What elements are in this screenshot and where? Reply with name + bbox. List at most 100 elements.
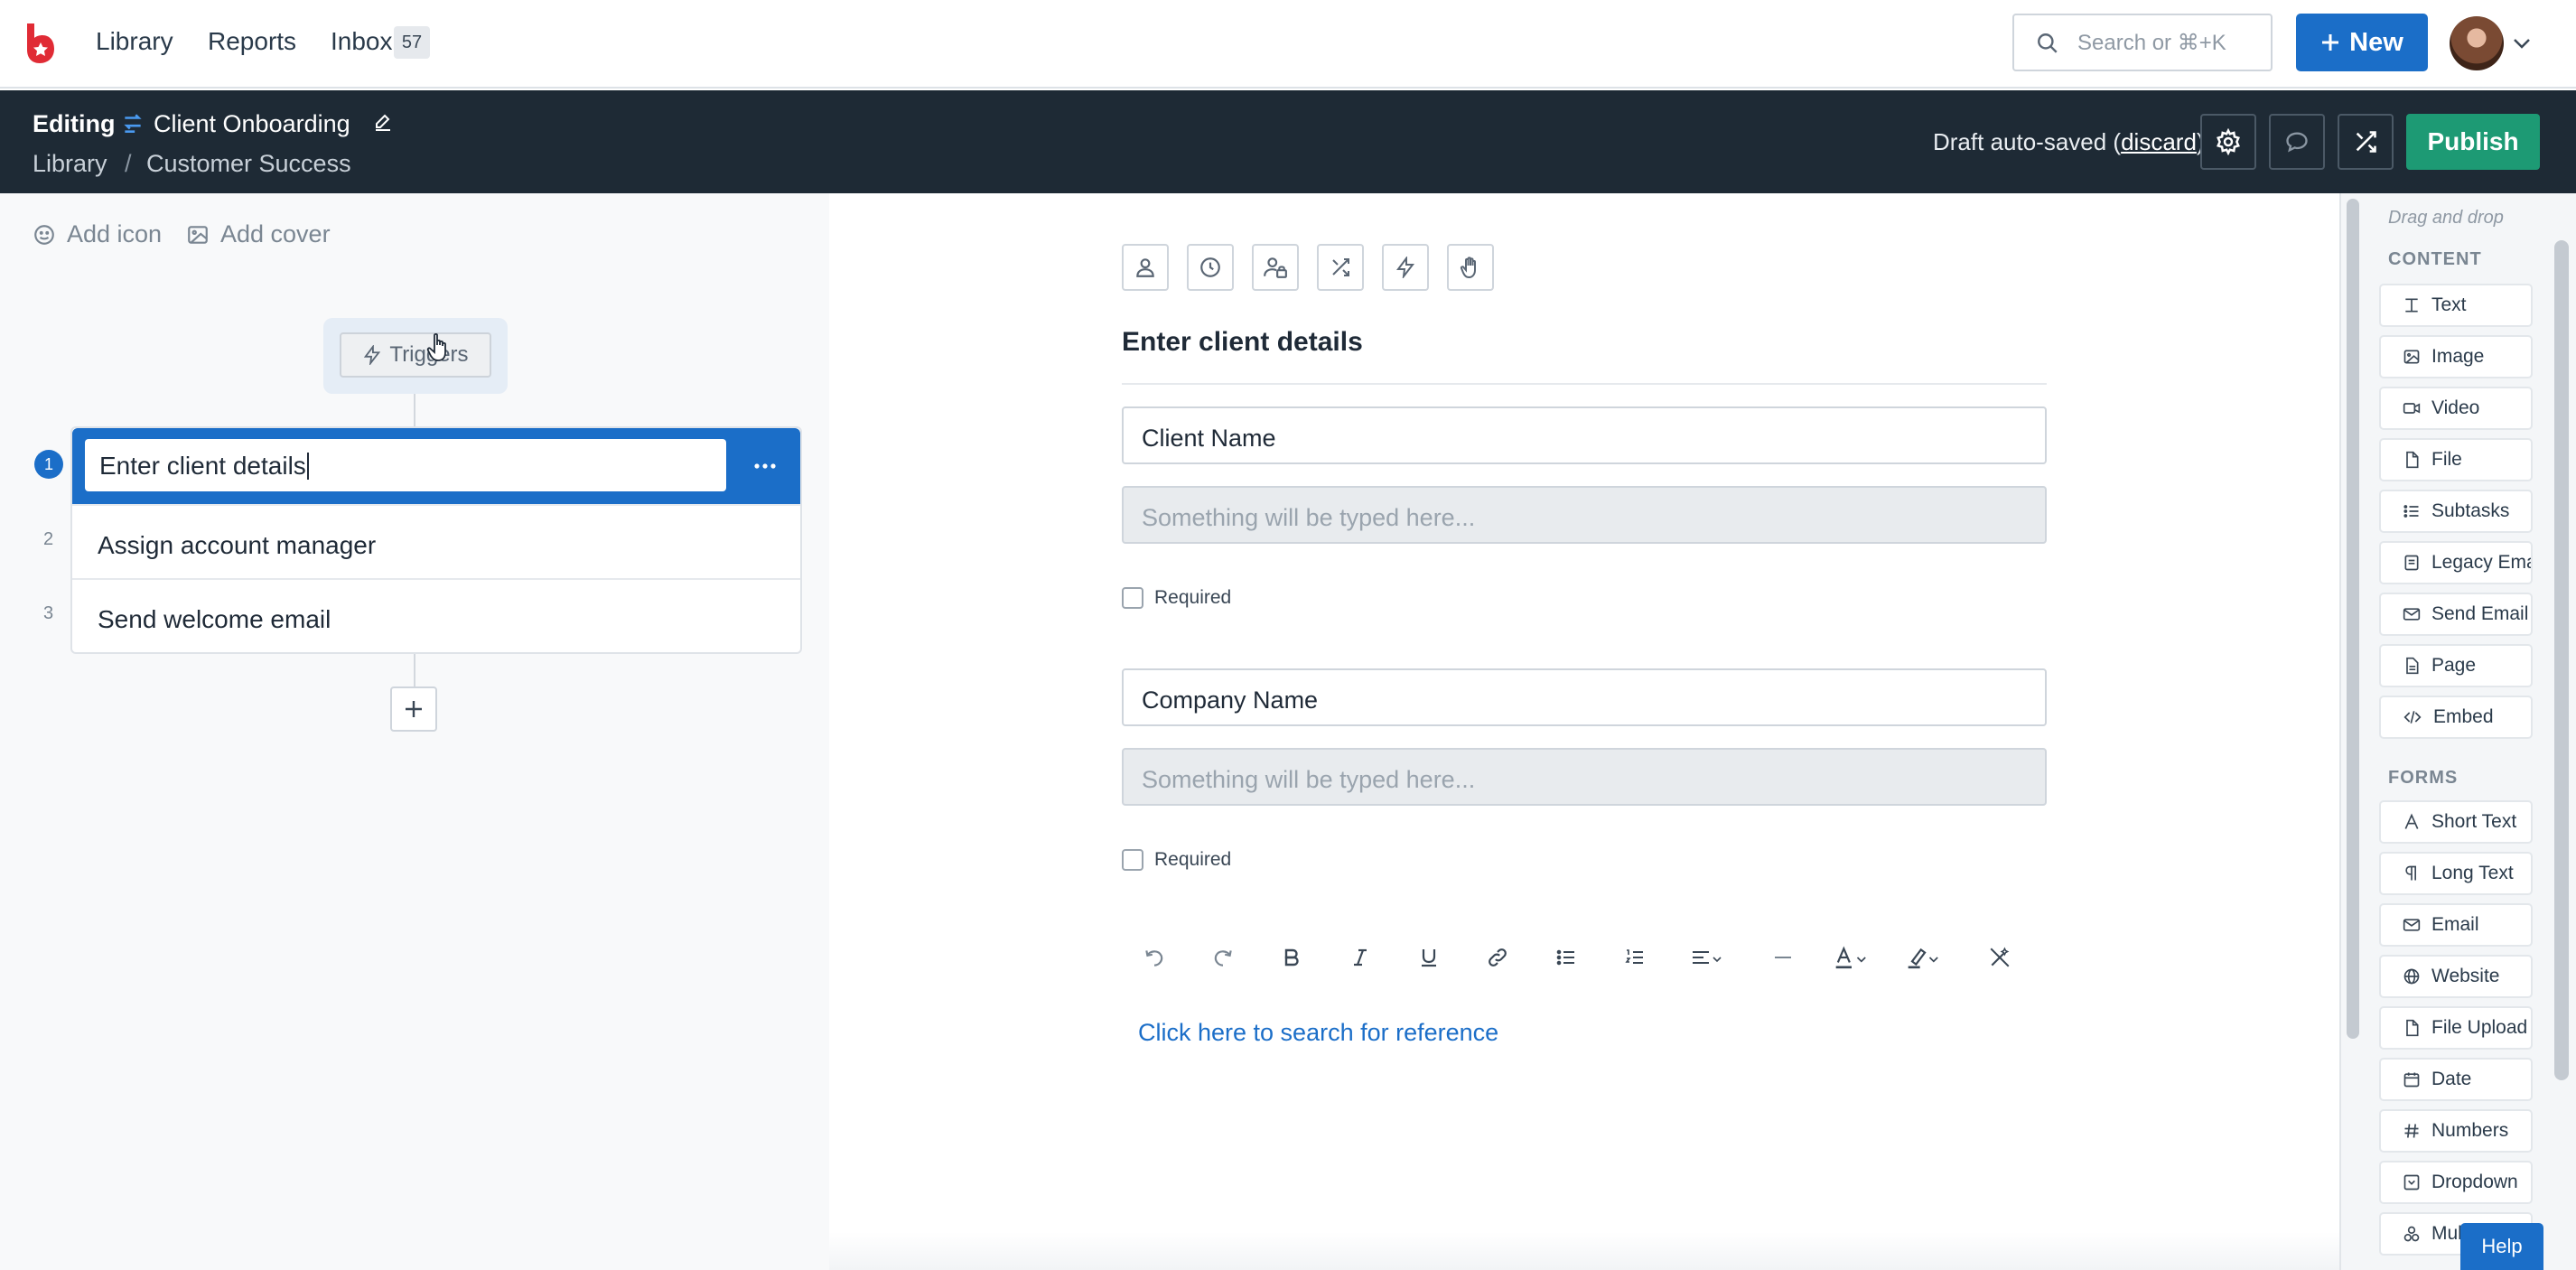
envelope-icon bbox=[2403, 608, 2421, 621]
hash-icon bbox=[2404, 1124, 2419, 1138]
widget-numbers[interactable]: Numbers bbox=[2379, 1109, 2533, 1153]
forms-section-title: FORMS bbox=[2388, 768, 2459, 788]
workflow-icon bbox=[124, 114, 142, 133]
settings-button[interactable] bbox=[2200, 114, 2256, 170]
highlighter-icon bbox=[1908, 948, 1938, 969]
comments-button[interactable] bbox=[2269, 114, 2325, 170]
underline-button[interactable] bbox=[1411, 941, 1447, 974]
italic-icon bbox=[1354, 948, 1367, 967]
widget-label: Page bbox=[2431, 655, 2477, 676]
widget-send-email[interactable]: Send Email bbox=[2379, 593, 2533, 636]
widget-label: Dropdown bbox=[2431, 1172, 2518, 1192]
task-item-active[interactable]: Enter client details bbox=[72, 428, 800, 504]
required-checkbox[interactable]: Required bbox=[1122, 849, 1231, 871]
multi-choice-icon bbox=[2403, 1226, 2420, 1242]
widget-subtasks[interactable]: Subtasks bbox=[2379, 490, 2533, 533]
due-date-button[interactable] bbox=[1187, 244, 1234, 291]
search-input[interactable] bbox=[2077, 28, 2258, 59]
rich-text-toolbar bbox=[1122, 930, 2047, 985]
widget-image[interactable]: Image bbox=[2379, 335, 2533, 378]
italic-button[interactable] bbox=[1342, 941, 1378, 974]
widget-website[interactable]: Website bbox=[2379, 955, 2533, 998]
breadcrumb-library[interactable]: Library bbox=[33, 150, 107, 178]
edit-title-icon[interactable] bbox=[372, 112, 394, 134]
widget-file-upload[interactable]: File Upload bbox=[2379, 1006, 2533, 1050]
sidebar-scrollbar[interactable] bbox=[2554, 240, 2569, 1080]
permissions-button[interactable] bbox=[1252, 244, 1299, 291]
text-icon bbox=[2405, 298, 2418, 313]
required-checkbox[interactable]: Required bbox=[1122, 587, 1231, 609]
file-icon bbox=[2406, 451, 2419, 469]
form-field-label-input[interactable]: Client Name bbox=[1122, 406, 2047, 464]
horizontal-rule-button[interactable] bbox=[1765, 941, 1801, 974]
user-avatar[interactable] bbox=[2450, 16, 2504, 70]
widget-date[interactable]: Date bbox=[2379, 1058, 2533, 1101]
add-cover-button[interactable]: Add cover bbox=[186, 220, 331, 248]
widget-label: Legacy Email bbox=[2431, 552, 2531, 573]
widget-short-text[interactable]: Short Text bbox=[2379, 800, 2533, 844]
assign-user-button[interactable] bbox=[1122, 244, 1169, 291]
task-item[interactable]: Send welcome email bbox=[72, 578, 800, 652]
nav-inbox[interactable]: Inbox bbox=[331, 27, 393, 56]
undo-icon bbox=[1145, 950, 1163, 967]
task-more-button[interactable] bbox=[742, 446, 788, 486]
align-dropdown[interactable] bbox=[1685, 941, 1729, 974]
widget-label: Subtasks bbox=[2431, 500, 2510, 521]
widget-email[interactable]: Email bbox=[2379, 903, 2533, 947]
widget-dropdown[interactable]: Dropdown bbox=[2379, 1161, 2533, 1204]
widget-page[interactable]: Page bbox=[2379, 644, 2533, 687]
app-logo[interactable] bbox=[23, 22, 56, 65]
task-title-input[interactable]: Enter client details bbox=[85, 439, 726, 491]
widget-text[interactable]: Text bbox=[2379, 284, 2533, 327]
link-button[interactable] bbox=[1479, 941, 1516, 974]
publish-button[interactable]: Publish bbox=[2406, 114, 2540, 170]
heading-divider bbox=[1122, 383, 2047, 385]
nav-library[interactable]: Library bbox=[96, 27, 173, 56]
new-button[interactable]: New bbox=[2296, 14, 2428, 71]
bullet-list-button[interactable] bbox=[1548, 941, 1584, 974]
checkbox-box[interactable] bbox=[1122, 849, 1143, 871]
form-field-label-input[interactable]: Company Name bbox=[1122, 668, 2047, 726]
task-list: Enter client details Assign account mana… bbox=[70, 426, 802, 654]
widget-legacy-email[interactable]: Legacy Email bbox=[2379, 541, 2533, 584]
redo-button[interactable] bbox=[1205, 941, 1241, 974]
calendar-icon bbox=[2403, 1072, 2420, 1088]
add-task-button[interactable] bbox=[390, 686, 437, 732]
widget-file[interactable]: File bbox=[2379, 438, 2533, 481]
add-cover-label: Add cover bbox=[220, 220, 331, 247]
widget-embed[interactable]: Embed bbox=[2379, 696, 2533, 739]
widget-label: Embed bbox=[2433, 706, 2494, 727]
widget-video[interactable]: Video bbox=[2379, 387, 2533, 430]
conditional-logic-button[interactable] bbox=[1317, 244, 1364, 291]
checkbox-box[interactable] bbox=[1122, 587, 1143, 609]
widget-label: Website bbox=[2431, 966, 2500, 986]
canvas-scrollbar[interactable] bbox=[2347, 199, 2359, 1039]
search-reference-link[interactable]: Click here to search for reference bbox=[1138, 1019, 1498, 1047]
nav-reports[interactable]: Reports bbox=[208, 27, 296, 56]
help-button[interactable]: Help bbox=[2460, 1223, 2543, 1270]
undo-button[interactable] bbox=[1136, 941, 1172, 974]
highlight-dropdown[interactable] bbox=[1902, 941, 1946, 974]
widget-label: Short Text bbox=[2431, 811, 2517, 832]
text-color-dropdown[interactable] bbox=[1830, 941, 1873, 974]
automations-button[interactable] bbox=[1382, 244, 1429, 291]
letter-a-icon bbox=[2404, 813, 2419, 829]
discard-link[interactable]: discard bbox=[2121, 128, 2197, 155]
task-item[interactable]: Assign account manager bbox=[72, 504, 800, 578]
breadcrumb-folder[interactable]: Customer Success bbox=[146, 150, 351, 178]
editing-header: Editing Client Onboarding Library / Cust… bbox=[0, 90, 2576, 193]
clear-formatting-button[interactable] bbox=[1982, 941, 2018, 974]
search-box[interactable] bbox=[2012, 14, 2273, 71]
bold-button[interactable] bbox=[1274, 941, 1310, 974]
comment-icon bbox=[2286, 132, 2308, 153]
workflow-title[interactable]: Client Onboarding bbox=[154, 110, 350, 138]
triggers-button[interactable]: Triggers bbox=[340, 332, 491, 378]
shuffle-button[interactable] bbox=[2338, 114, 2394, 170]
chevron-down-icon[interactable] bbox=[2511, 33, 2533, 54]
numbered-list-button[interactable] bbox=[1617, 941, 1653, 974]
video-icon bbox=[2403, 403, 2421, 414]
widget-long-text[interactable]: Long Text bbox=[2379, 852, 2533, 895]
add-icon-button[interactable]: Add icon bbox=[33, 220, 162, 248]
task-heading[interactable]: Enter client details bbox=[1122, 327, 1363, 358]
stop-task-button[interactable] bbox=[1447, 244, 1494, 291]
